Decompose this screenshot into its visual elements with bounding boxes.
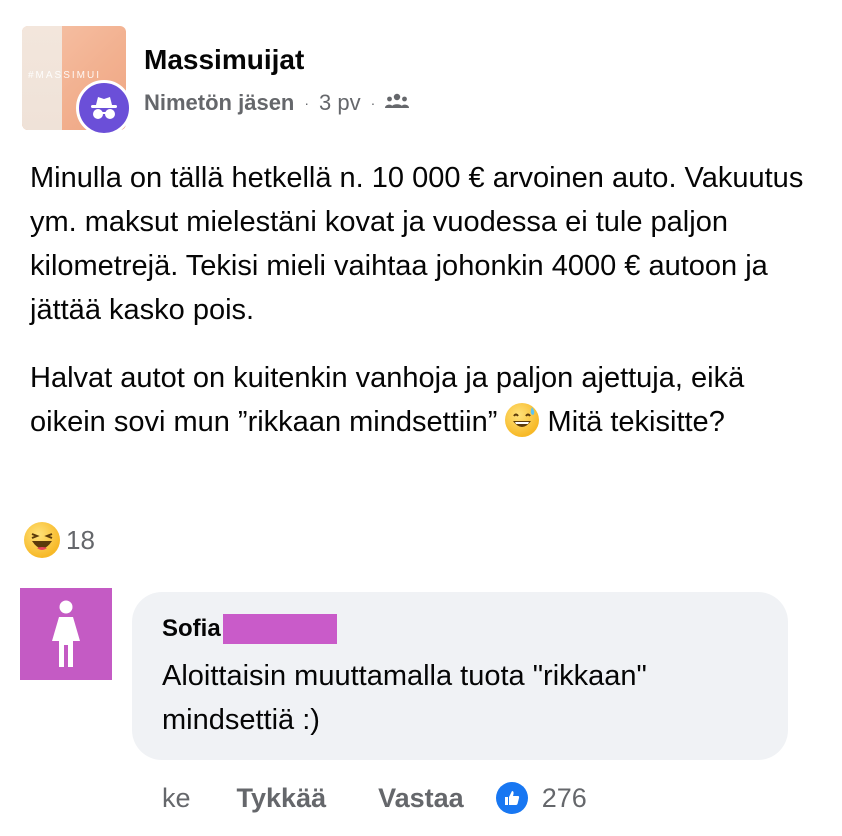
group-icon xyxy=(385,90,410,116)
comment-time[interactable]: ke xyxy=(162,783,191,814)
comment-like-count[interactable]: 276 xyxy=(495,782,587,814)
post-paragraph-1: Minulla on tällä hetkellä n. 10 000 € ar… xyxy=(30,162,804,326)
meta-separator: · xyxy=(304,95,310,111)
comment-like-number: 276 xyxy=(541,782,587,813)
group-name[interactable]: Massimuijat xyxy=(144,44,304,76)
reaction-count: 18 xyxy=(66,524,95,555)
post-paragraph-2-end: Mitä tekisitte? xyxy=(547,406,725,438)
reply-button[interactable]: Vastaa xyxy=(378,783,464,814)
female-silhouette-icon xyxy=(52,600,80,667)
grinning-sweat-emoji xyxy=(505,403,540,437)
meta-separator-2: · xyxy=(370,95,376,111)
post-time[interactable]: 3 pv xyxy=(319,90,361,116)
haha-reaction-icon xyxy=(24,522,60,558)
post-paragraph-2: Halvat autot on kuitenkin vanhoja ja pal… xyxy=(30,356,820,444)
incognito-icon xyxy=(76,80,132,136)
comment-actions: ke Tykkää Vastaa 276 xyxy=(162,776,587,820)
post-header: #MASSIMUI Massimuijat Nimetön jäsen · 3 … xyxy=(22,26,822,136)
comment-avatar[interactable] xyxy=(20,588,112,680)
post-body: Minulla on tällä hetkellä n. 10 000 € ar… xyxy=(30,156,820,468)
comment-author-name[interactable]: Sofia xyxy=(162,615,221,643)
comment-author[interactable]: Sofia xyxy=(162,614,337,644)
comment-text: Aloittaisin muuttamalla tuota "rikkaan" … xyxy=(162,660,647,736)
comment-bubble: Sofia Aloittaisin muuttamalla tuota "rik… xyxy=(132,592,788,760)
thumbs-up-icon xyxy=(495,782,528,814)
like-button[interactable]: Tykkää xyxy=(237,783,327,814)
group-avatar-text: #MASSIMUI xyxy=(28,70,102,81)
post-reactions[interactable]: 18 xyxy=(24,522,95,558)
post-meta: Nimetön jäsen · 3 pv · xyxy=(144,90,410,116)
redaction-bar xyxy=(222,614,337,644)
post-author[interactable]: Nimetön jäsen xyxy=(144,90,294,116)
